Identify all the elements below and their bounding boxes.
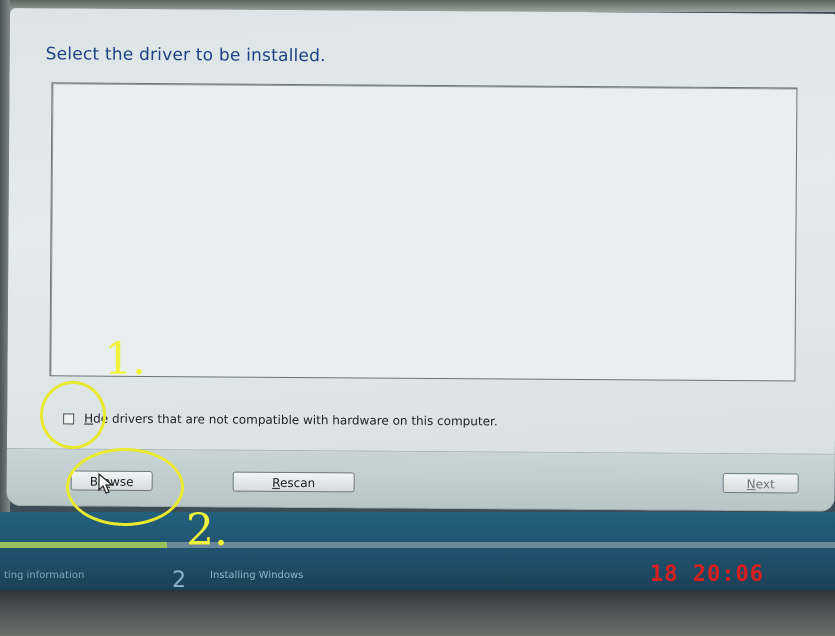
photo-bezel-bottom bbox=[0, 590, 835, 636]
step2-label: Installing Windows bbox=[210, 570, 304, 581]
photo-timestamp: 18 20:06 bbox=[650, 562, 764, 587]
annotation-number-1: 1. bbox=[104, 334, 146, 385]
progress-track bbox=[0, 542, 835, 548]
next-button[interactable]: Next bbox=[722, 472, 799, 494]
hide-incompatible-row[interactable]: Hde drivers that are not compatible with… bbox=[63, 411, 498, 428]
annotation-circle-1 bbox=[40, 381, 106, 449]
rescan-button[interactable]: Rescan bbox=[232, 471, 355, 493]
annotation-circle-2 bbox=[66, 448, 184, 526]
hide-incompatible-label: Hde drivers that are not compatible with… bbox=[84, 411, 498, 429]
page-title: Select the driver to be installed. bbox=[45, 44, 326, 67]
step1-label: ting information bbox=[4, 570, 85, 581]
driver-selection-dialog: Select the driver to be installed. Hde d… bbox=[6, 8, 835, 512]
driver-list[interactable] bbox=[49, 82, 798, 382]
progress-fill bbox=[0, 542, 167, 548]
annotation-number-2: 2. bbox=[186, 505, 228, 556]
